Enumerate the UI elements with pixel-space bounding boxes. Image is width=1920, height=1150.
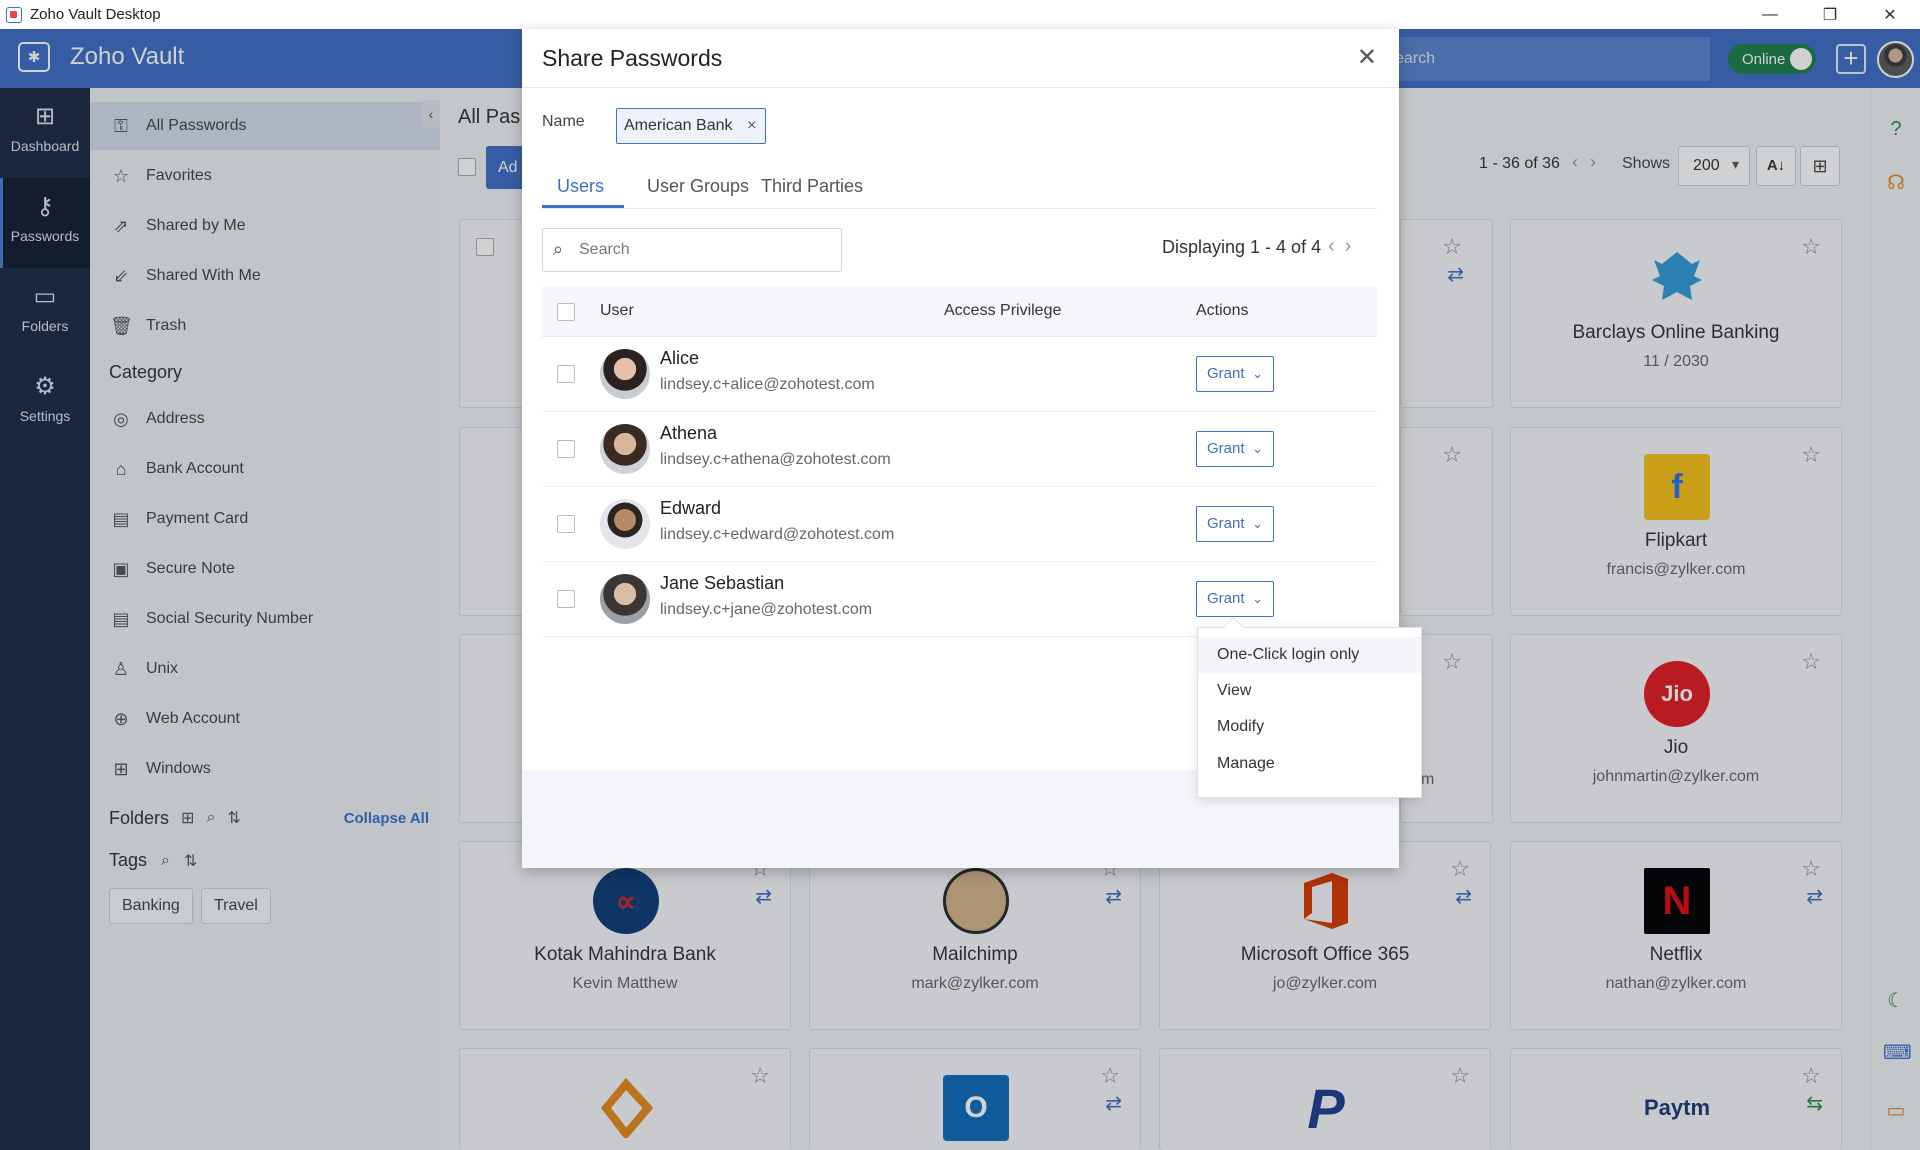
app-icon (6, 6, 22, 23)
user-name: Athena (660, 423, 718, 443)
restore-icon[interactable]: ❐ (1800, 0, 1860, 29)
remove-chip-icon[interactable]: × (747, 109, 756, 143)
tab-third-parties[interactable]: Third Parties (761, 176, 863, 197)
column-access-privilege: Access Privilege (944, 302, 1062, 319)
row-checkbox[interactable] (557, 515, 575, 533)
chip-label: American Bank (624, 117, 733, 134)
avatar (600, 424, 650, 474)
avatar (600, 499, 650, 549)
window-titlebar: Zoho Vault Desktop — ❐ ✕ (0, 0, 1920, 29)
menu-item-one-click-login[interactable]: One-Click login only (1198, 637, 1421, 673)
select-all-users-checkbox[interactable] (557, 303, 575, 321)
minimize-icon[interactable]: — (1740, 0, 1800, 29)
table-row: Alice lindsey.c+alice@zohotest.com Grant… (542, 337, 1377, 412)
tab-users[interactable]: Users (557, 176, 604, 197)
active-tab-indicator (542, 205, 624, 208)
name-label: Name (542, 113, 585, 130)
modal-title: Share Passwords (542, 45, 723, 71)
close-window-icon[interactable]: ✕ (1860, 0, 1920, 29)
menu-item-manage[interactable]: Manage (1198, 746, 1421, 782)
row-checkbox[interactable] (557, 365, 575, 383)
users-table-header: User Access Privilege Actions (542, 287, 1377, 337)
chevron-down-icon: ⌄ (1252, 441, 1263, 456)
user-name: Jane Sebastian (660, 573, 785, 593)
menu-item-view[interactable]: View (1198, 673, 1421, 709)
search-icon: ⌕ (553, 239, 564, 259)
row-checkbox[interactable] (557, 440, 575, 458)
user-email: lindsey.c+alice@zohotest.com (660, 376, 875, 393)
user-name: Alice (660, 348, 700, 368)
user-email: lindsey.c+jane@zohotest.com (660, 601, 873, 618)
tab-user-groups[interactable]: User Groups (647, 176, 749, 197)
menu-item-modify[interactable]: Modify (1198, 709, 1421, 745)
grant-options-menu: One-Click login only View Modify Manage (1197, 627, 1422, 798)
modal-header: Share Passwords ✕ (522, 29, 1399, 88)
grant-dropdown[interactable]: Grant ⌄ (1196, 431, 1274, 467)
chevron-down-icon: ⌄ (1252, 366, 1263, 381)
grant-dropdown[interactable]: Grant ⌄ (1196, 581, 1274, 617)
grant-dropdown[interactable]: Grant ⌄ (1196, 356, 1274, 392)
displaying-count: Displaying 1 - 4 of 4 (1162, 237, 1322, 257)
table-row: Edward lindsey.c+edward@zohotest.com Gra… (542, 487, 1377, 562)
user-email: lindsey.c+athena@zohotest.com (660, 451, 891, 468)
share-tabs: Users User Groups Third Parties (542, 164, 1377, 209)
chevron-right-icon[interactable]: › (1345, 235, 1362, 257)
close-icon[interactable]: ✕ (1357, 43, 1377, 72)
column-actions: Actions (1196, 302, 1249, 319)
avatar (600, 349, 650, 399)
table-row: Athena lindsey.c+athena@zohotest.com Gra… (542, 412, 1377, 487)
chevron-down-icon: ⌄ (1252, 591, 1263, 606)
displaying-arrows: ‹› (1328, 235, 1361, 258)
user-email: lindsey.c+edward@zohotest.com (660, 526, 895, 543)
grant-dropdown[interactable]: Grant ⌄ (1196, 506, 1274, 542)
window-controls: — ❐ ✕ (1740, 0, 1920, 29)
user-search-input[interactable]: ⌕ Search (542, 228, 842, 272)
grant-label: Grant (1207, 440, 1245, 457)
search-placeholder: Search (579, 241, 630, 258)
grant-label: Grant (1207, 515, 1245, 532)
column-user: User (600, 302, 634, 319)
grant-label: Grant (1207, 365, 1245, 382)
table-row: Jane Sebastian lindsey.c+jane@zohotest.c… (542, 562, 1377, 637)
user-name: Edward (660, 498, 722, 518)
chevron-left-icon[interactable]: ‹ (1328, 235, 1345, 257)
avatar (600, 574, 650, 624)
chevron-down-icon: ⌄ (1252, 516, 1263, 531)
password-name-chip: American Bank × (616, 108, 766, 144)
window-title: Zoho Vault Desktop (30, 6, 161, 23)
grant-label: Grant (1207, 590, 1245, 607)
row-checkbox[interactable] (557, 590, 575, 608)
